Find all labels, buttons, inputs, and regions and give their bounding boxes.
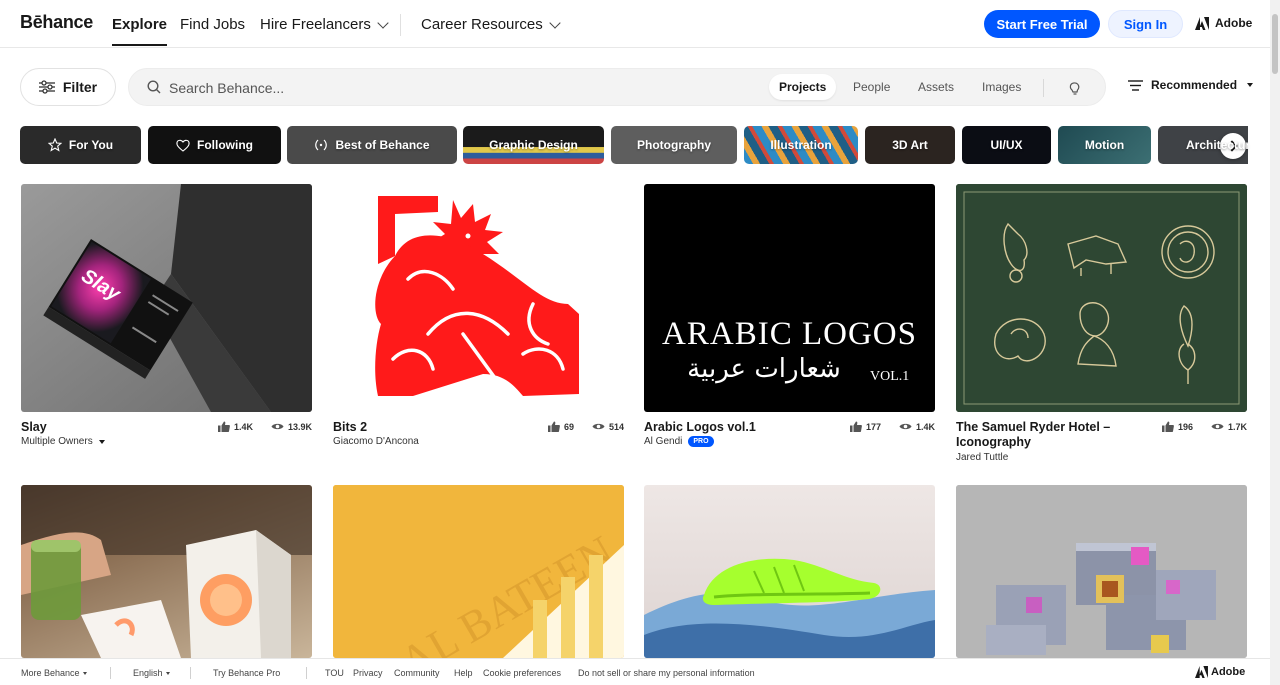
- caret-down-icon: [1247, 83, 1254, 87]
- chevron-down-icon: [377, 16, 389, 29]
- nav-find-jobs[interactable]: Find Jobs: [180, 16, 245, 33]
- nav-career-resources[interactable]: Career Resources: [421, 16, 561, 33]
- footer-link-do-not-sell[interactable]: Do not sell or share my personal informa…: [578, 668, 755, 678]
- search-input[interactable]: [169, 77, 729, 99]
- project-owner[interactable]: Multiple Owners: [21, 436, 105, 447]
- project-stats: 69 514: [547, 421, 624, 432]
- caret-down-icon: [165, 671, 170, 675]
- chevron-down-icon: [549, 16, 561, 29]
- try-behance-pro-link[interactable]: Try Behance Pro: [213, 668, 280, 678]
- star-icon: [47, 138, 62, 152]
- project-thumbnail[interactable]: [333, 184, 624, 412]
- thumbs-up-icon: [1161, 421, 1174, 432]
- tab-people[interactable]: People: [843, 74, 900, 100]
- eye-icon: [592, 423, 605, 430]
- category-best-of-behance[interactable]: Best of Behance: [287, 126, 457, 164]
- behance-logo[interactable]: Bēhance: [20, 12, 93, 33]
- sort-dropdown[interactable]: Recommended: [1128, 78, 1254, 92]
- start-free-trial-button[interactable]: Start Free Trial: [984, 10, 1100, 38]
- project-title[interactable]: Slay: [21, 420, 47, 435]
- search-bar: Projects People Assets Images: [128, 68, 1106, 106]
- project-title[interactable]: The Samuel Ryder Hotel – Iconography: [956, 420, 1126, 450]
- category-following[interactable]: Following: [148, 126, 281, 164]
- footer-link-privacy[interactable]: Privacy: [353, 668, 383, 678]
- sort-lines-icon: [1128, 79, 1143, 91]
- scrollbar-thumb[interactable]: [1272, 14, 1278, 74]
- artwork-title: ARABIC LOGOS: [662, 316, 917, 352]
- footer-link-tou[interactable]: TOU: [325, 668, 344, 678]
- category-illustration[interactable]: Illustration: [744, 126, 858, 164]
- eye-icon: [1211, 423, 1224, 430]
- caret-down-icon: [82, 671, 87, 675]
- tab-projects[interactable]: Projects: [769, 74, 837, 100]
- project-thumbnail[interactable]: [956, 485, 1247, 658]
- project-stats: 177 1.4K: [849, 421, 935, 432]
- sign-in-button[interactable]: Sign In: [1108, 10, 1183, 38]
- footer-link-community[interactable]: Community: [394, 668, 440, 678]
- footer-link-cookie-preferences[interactable]: Cookie preferences: [483, 668, 561, 678]
- filter-button[interactable]: Filter: [20, 68, 116, 106]
- category-photography[interactable]: Photography: [611, 126, 737, 164]
- adobe-logo-icon: [1195, 16, 1209, 30]
- tab-assets[interactable]: Assets: [908, 74, 964, 100]
- thumbs-up-icon: [849, 421, 862, 432]
- footer-divider: [190, 667, 191, 679]
- project-thumbnail[interactable]: AL BATEEN: [333, 485, 624, 658]
- artwork-arabic-text: شعارات عربية: [687, 354, 841, 384]
- more-behance-dropdown[interactable]: More Behance: [21, 668, 87, 678]
- category-ui-ux[interactable]: UI/UX: [962, 126, 1051, 164]
- page-footer: More Behance English Try Behance Pro TOU…: [0, 658, 1270, 685]
- category-3d-art[interactable]: 3D Art: [865, 126, 955, 164]
- search-divider: [1043, 79, 1044, 97]
- category-for-you[interactable]: For You: [20, 126, 141, 164]
- artwork-volume: VOL.1: [870, 369, 910, 384]
- top-navigation: Bēhance Explore Find Jobs Hire Freelance…: [0, 0, 1270, 48]
- footer-divider: [110, 667, 111, 679]
- eye-icon: [271, 423, 284, 430]
- adobe-link[interactable]: Adobe: [1195, 16, 1252, 30]
- project-title[interactable]: Bits 2: [333, 420, 367, 435]
- category-carousel: For You Following Best of Behance Graphi…: [20, 126, 1248, 164]
- project-thumbnail[interactable]: [644, 485, 935, 658]
- page-scrollbar[interactable]: [1270, 0, 1280, 685]
- project-owner[interactable]: Al Gendi PRO: [644, 436, 714, 447]
- heart-icon: [176, 139, 190, 152]
- thumbs-up-icon: [547, 421, 560, 432]
- language-dropdown[interactable]: English: [133, 668, 170, 678]
- project-thumbnail[interactable]: [956, 184, 1247, 412]
- project-title[interactable]: Arabic Logos vol.1: [644, 420, 756, 435]
- project-stats: 196 1.7K: [1161, 421, 1247, 432]
- nav-explore[interactable]: Explore: [112, 16, 168, 46]
- nav-divider: [400, 14, 401, 36]
- adobe-logo-icon: [1195, 666, 1208, 678]
- caret-down-icon: [98, 439, 105, 444]
- thumbs-up-icon: [217, 421, 230, 432]
- search-icon: [147, 80, 161, 94]
- footer-adobe-link[interactable]: Adobe: [1195, 666, 1245, 678]
- project-owner[interactable]: Giacomo D'Ancona: [333, 436, 419, 447]
- project-stats: 1.4K 13.9K: [217, 421, 312, 432]
- nav-hire-freelancers[interactable]: Hire Freelancers: [260, 16, 389, 33]
- category-graphic-design[interactable]: Graphic Design: [463, 126, 604, 164]
- project-thumbnail[interactable]: [21, 485, 312, 658]
- pro-badge: PRO: [688, 436, 714, 447]
- category-motion[interactable]: Motion: [1058, 126, 1151, 164]
- project-thumbnail[interactable]: ARABIC LOGOS شعارات عربية VOL.1: [644, 184, 935, 412]
- project-owner[interactable]: Jared Tuttle: [956, 452, 1008, 463]
- lightbulb-icon[interactable]: [1067, 80, 1083, 96]
- project-thumbnail[interactable]: Slay: [21, 184, 312, 412]
- footer-link-help[interactable]: Help: [454, 668, 473, 678]
- eye-icon: [899, 423, 912, 430]
- laurel-icon: [315, 139, 328, 151]
- sliders-icon: [38, 80, 55, 94]
- footer-divider: [306, 667, 307, 679]
- tab-images[interactable]: Images: [972, 74, 1031, 100]
